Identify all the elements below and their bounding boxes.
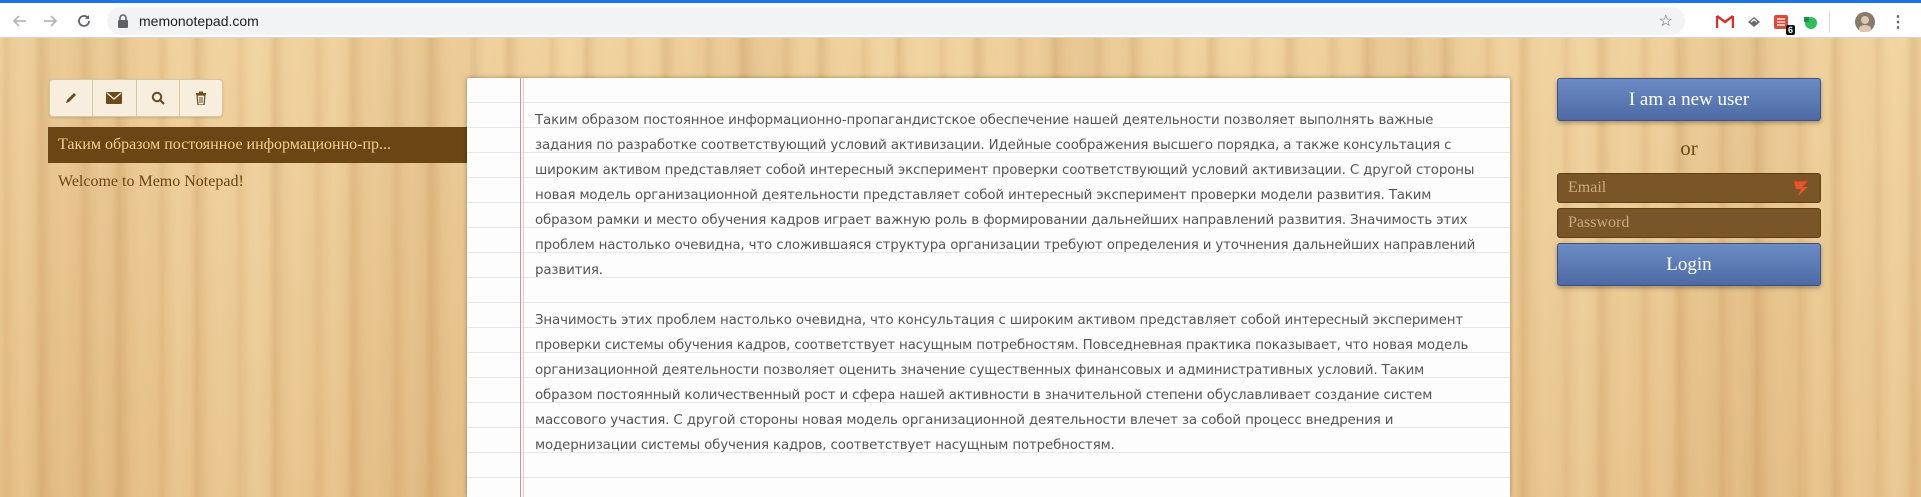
note-paragraph: Таким образом постоянное информационно-п… [535,113,1476,278]
login-button[interactable]: Login [1557,243,1821,286]
pencil-icon [66,93,77,103]
or-separator: or [1680,136,1698,160]
bookmark-star-icon[interactable]: ☆ [1659,11,1673,31]
url-text: memonotepad.com [139,13,259,29]
todoist-extension-icon[interactable]: 6 [1771,12,1795,35]
notepad-editor[interactable]: Таким образом постоянное информационно-п… [467,78,1510,497]
new-note-button[interactable] [50,80,94,116]
password-manager-icon[interactable] [1792,178,1814,208]
note-paragraph: Значимость этих проблем настолько очевид… [535,313,1469,453]
back-arrow-icon[interactable] [8,9,32,33]
email-placeholder: Email [1568,179,1607,196]
search-icon [151,91,165,105]
profile-avatar[interactable] [1855,12,1875,32]
new-user-button[interactable]: I am a new user [1557,78,1821,121]
lock-icon [117,14,129,33]
browser-toolbar: memonotepad.com ☆ 6 ⋮ [0,0,1921,38]
delete-note-button[interactable] [180,80,222,116]
note-toolbar [49,79,223,117]
reload-icon[interactable] [72,9,96,33]
note-list-item[interactable]: Welcome to Memo Notepad! [58,173,244,191]
note-content[interactable]: Таким образом постоянное информационно-п… [535,108,1485,483]
password-field[interactable]: Password [1557,208,1821,238]
notepad-margin-line-secondary [523,78,524,497]
email-note-button[interactable] [93,80,137,116]
menu-kebab-icon[interactable]: ⋮ [1888,12,1908,32]
evernote-extension-icon[interactable] [1800,12,1820,32]
forward-arrow-icon[interactable] [38,9,62,33]
note-list-item-active[interactable]: Таким образом постоянное информационно-п… [48,127,468,163]
email-field[interactable]: Email [1557,173,1821,203]
pocket-extension-icon[interactable] [1744,12,1764,32]
password-placeholder: Password [1568,214,1630,231]
address-bar[interactable]: memonotepad.com ☆ [107,7,1685,35]
notepad-margin-line [520,78,521,497]
envelope-icon [106,92,123,104]
trash-icon [195,91,206,105]
search-notes-button[interactable] [137,80,180,116]
toolbar-divider [1829,11,1830,33]
extension-badge: 6 [1785,25,1795,35]
gmail-extension-icon[interactable] [1715,12,1735,32]
